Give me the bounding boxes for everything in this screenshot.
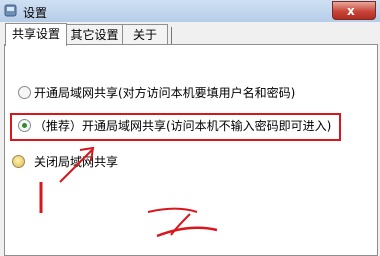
- annotation-mark: [156, 226, 218, 238]
- annotation-mark: [147, 207, 198, 213]
- tab-share-settings[interactable]: 共享设置: [5, 23, 67, 46]
- annotation-arrow: [59, 149, 93, 183]
- tab-label: 共享设置: [11, 27, 60, 41]
- annotation-mark: [170, 213, 191, 236]
